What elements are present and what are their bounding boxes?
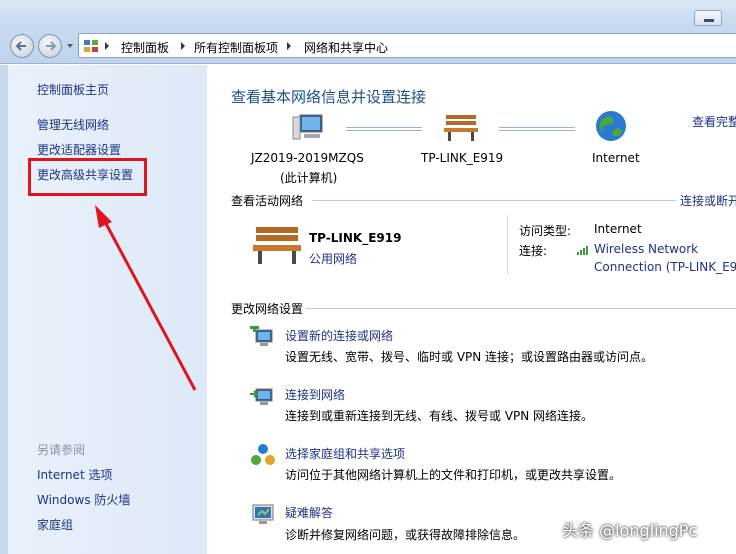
wireless-connection-link[interactable]: Wireless Network xyxy=(594,242,698,256)
task-homegroup-desc: 访问位于其他网络计算机上的文件和打印机，或更改共享设置。 xyxy=(285,468,622,482)
active-networks-header: 查看活动网络 xyxy=(231,194,304,208)
task-troubleshoot-desc: 诊断并修复网络问题，或获得故障排除信息。 xyxy=(285,528,526,542)
wireless-connection-link-2[interactable]: Connection (TP-LINK_E91 xyxy=(594,260,736,274)
page-title: 查看基本网络信息并设置连接 xyxy=(231,88,427,106)
vertical-divider xyxy=(507,215,508,275)
access-type-label: 访问类型: xyxy=(519,224,572,238)
computer-subtitle: (此计算机) xyxy=(280,171,338,185)
active-network-bench-icon xyxy=(253,227,301,264)
task-setup-connection-desc: 设置无线、宽带、拨号、临时或 VPN 连接；或设置路由器或访问点。 xyxy=(285,350,654,364)
task-connect-network-desc: 连接到或重新连接到无线、有线、拨号或 VPN 网络连接。 xyxy=(285,409,594,423)
task-troubleshoot-link[interactable]: 疑难解答 xyxy=(285,504,333,521)
section-divider xyxy=(306,308,736,309)
watermark: 头条 @longlingPc xyxy=(562,521,698,540)
internet-globe-icon xyxy=(596,111,626,141)
computer-icon xyxy=(292,114,323,140)
see-full-map-link[interactable]: 查看完整 xyxy=(692,113,736,130)
network-bench-icon xyxy=(444,115,478,141)
homegroup-icon xyxy=(251,444,275,465)
main-pane: 查看基本网络信息并设置连接 查看完整 JZ2019-2019MZQS (此计算机… xyxy=(208,65,736,554)
wireless-signal-icon xyxy=(577,246,588,255)
new-connection-icon xyxy=(250,326,273,346)
connect-disconnect-link[interactable]: 连接或断开 xyxy=(680,192,736,209)
network-node-name: TP-LINK_E919 xyxy=(421,151,504,165)
section-divider xyxy=(312,200,676,201)
connection-label: 连接: xyxy=(519,244,548,258)
internet-node-label: Internet xyxy=(592,151,640,165)
task-connect-network-link[interactable]: 连接到网络 xyxy=(285,386,345,403)
connection-line xyxy=(346,127,422,131)
change-settings-header: 更改网络设置 xyxy=(231,302,304,316)
task-setup-connection-link[interactable]: 设置新的连接或网络 xyxy=(285,327,393,344)
troubleshoot-icon xyxy=(252,504,274,524)
computer-name: JZ2019-2019MZQS xyxy=(251,151,364,165)
access-type-value: Internet xyxy=(594,222,642,236)
active-network-name: TP-LINK_E919 xyxy=(309,231,402,245)
task-homegroup-link[interactable]: 选择家庭组和共享选项 xyxy=(285,445,405,462)
connect-network-icon xyxy=(250,388,273,405)
connection-line xyxy=(499,127,575,131)
network-type-link[interactable]: 公用网络 xyxy=(309,250,357,267)
